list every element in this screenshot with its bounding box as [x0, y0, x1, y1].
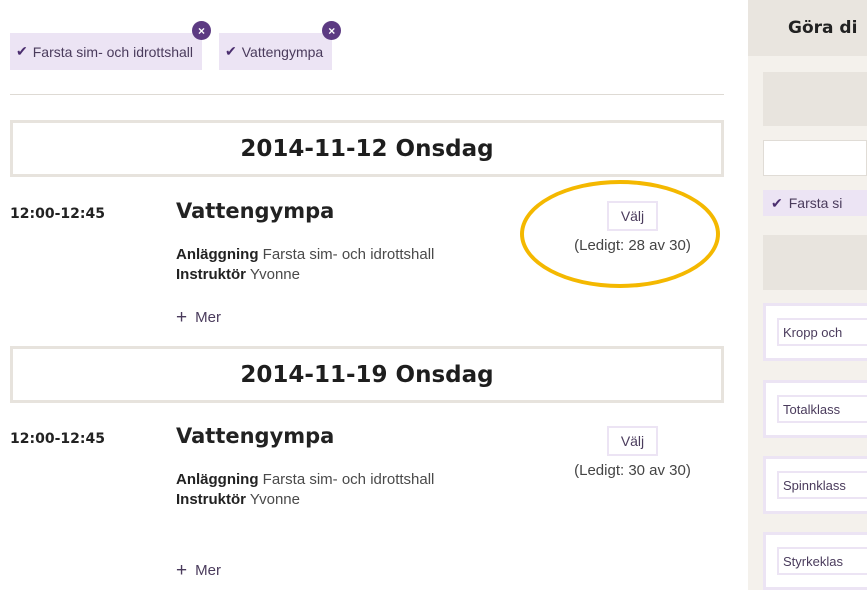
- date-header: 2014-11-12 Onsdag: [10, 120, 724, 177]
- instructor-value: Yvonne: [249, 491, 300, 508]
- plus-icon: +: [176, 307, 188, 328]
- session-info: Anläggning Farsta sim- och idrottshall I…: [176, 470, 434, 510]
- instructor-row: Instruktör Yvonne: [176, 265, 434, 285]
- session-time: 12:00-12:45: [10, 431, 105, 447]
- facility-label: Anläggning: [176, 471, 259, 488]
- facility-row: Anläggning Farsta sim- och idrottshall: [176, 470, 434, 490]
- filter-chip-facility[interactable]: ✔ Farsta sim- och idrottshall ×: [10, 21, 212, 70]
- booking-area: Välj (Ledigt: 30 av 30): [560, 426, 705, 479]
- facility-label: Anläggning: [176, 246, 259, 263]
- highlight-circle: [520, 180, 720, 288]
- date-header: 2014-11-19 Onsdag: [10, 346, 724, 403]
- remove-filter-icon[interactable]: ×: [322, 21, 342, 40]
- sidebar-category-button[interactable]: Kropp och: [777, 318, 867, 346]
- class-name: Vattengympa: [176, 199, 335, 223]
- sidebar-title: Göra di: [748, 0, 867, 56]
- filter-chip-label: Vattengympa: [241, 43, 324, 60]
- sidebar-category: Kropp och: [763, 303, 867, 361]
- check-icon: ✔: [771, 194, 783, 211]
- more-label: Mer: [195, 562, 221, 579]
- active-filters: ✔ Farsta sim- och idrottshall × ✔ Vatten…: [10, 21, 342, 70]
- sidebar-category-button[interactable]: Styrkeklas: [777, 547, 867, 575]
- instructor-value: Yvonne: [249, 266, 300, 283]
- session-info: Anläggning Farsta sim- och idrottshall I…: [176, 245, 434, 285]
- sidebar-selected-filter-label: Farsta si: [788, 195, 843, 211]
- plus-icon: +: [176, 560, 188, 581]
- filter-chip-label: Farsta sim- och idrottshall: [32, 43, 194, 60]
- sidebar-search-input[interactable]: [763, 140, 867, 176]
- instructor-row: Instruktör Yvonne: [176, 490, 434, 510]
- instructor-label: Instruktör: [176, 491, 247, 508]
- more-label: Mer: [195, 309, 221, 326]
- class-name: Vattengympa: [176, 424, 335, 448]
- facility-row: Anläggning Farsta sim- och idrottshall: [176, 245, 434, 265]
- check-icon: ✔: [16, 43, 28, 59]
- remove-filter-icon[interactable]: ×: [192, 21, 212, 40]
- sidebar-category: Totalklass: [763, 380, 867, 438]
- sidebar-category: Styrkeklas: [763, 532, 867, 590]
- sidebar-category-button[interactable]: Totalklass: [777, 395, 867, 423]
- session-time: 12:00-12:45: [10, 206, 105, 222]
- check-icon: ✔: [225, 43, 237, 59]
- more-link[interactable]: + Mer: [176, 307, 221, 329]
- sidebar-category-button[interactable]: Spinnklass: [777, 471, 867, 499]
- more-link[interactable]: + Mer: [176, 560, 221, 582]
- instructor-label: Instruktör: [176, 266, 247, 283]
- sidebar-category: Spinnklass: [763, 456, 867, 514]
- facility-value: Farsta sim- och idrottshall: [262, 246, 435, 263]
- sidebar-block: [763, 235, 867, 290]
- divider: [10, 94, 724, 95]
- availability: (Ledigt: 30 av 30): [574, 462, 691, 479]
- select-button[interactable]: Välj: [606, 426, 659, 456]
- sidebar-block: [763, 72, 867, 126]
- facility-value: Farsta sim- och idrottshall: [262, 471, 435, 488]
- filter-chip-activity[interactable]: ✔ Vattengympa ×: [219, 21, 342, 70]
- sidebar-selected-filter[interactable]: ✔ Farsta si: [763, 190, 867, 216]
